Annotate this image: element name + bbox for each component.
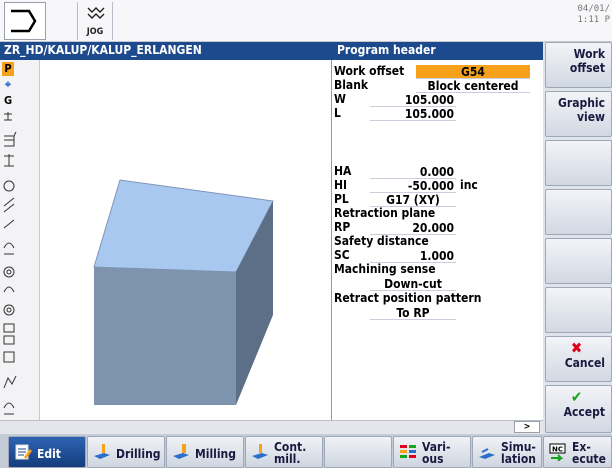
cont-mill-softkey-label: Cont. mill. [274, 441, 306, 465]
w-field[interactable]: 105.000 [370, 93, 456, 107]
retraction-plane-heading: Retraction plane [334, 206, 436, 220]
execute-label-line2: ecute [572, 452, 606, 466]
parameter-panel: Work offset G54 Blank Block centered W 1… [332, 60, 543, 420]
milling-softkey[interactable]: Milling [166, 436, 244, 468]
horizontal-scrollbar[interactable] [0, 420, 543, 434]
blank-3d-view [93, 179, 274, 405]
section-title: Program header [337, 43, 436, 57]
program-path: ZR_HD/KALUP/KALUP_ERLANGEN [4, 43, 202, 57]
mode-icon [11, 9, 37, 33]
softkey-empty-3[interactable] [545, 140, 612, 186]
work-offset-field[interactable]: G54 [416, 65, 530, 79]
work-offset-softkey[interactable]: Work offset [545, 42, 612, 88]
edit-icon [15, 444, 32, 460]
drilling-icon [94, 444, 110, 459]
clock: 04/01/ 1:11 P [577, 4, 610, 26]
cont-mill-softkey[interactable]: Cont. mill. [245, 436, 323, 468]
machining-sense-field[interactable]: Down-cut [370, 277, 456, 291]
hi-field[interactable]: -50.000 [370, 179, 456, 193]
blank-label: Blank [334, 78, 369, 92]
clock-date: 04/01/ [577, 4, 610, 14]
sc-field[interactable]: 1.000 [370, 249, 456, 263]
accept-check-icon: ✔ [570, 388, 583, 406]
ha-label: HA [334, 164, 352, 178]
hmi-screen: JOG 04/01/ 1:11 P ZR_HD/KALUP/KALUP_ERLA… [0, 0, 612, 468]
softkey-empty-6[interactable] [545, 287, 612, 333]
simulation-softkey-label: Simu- lation [501, 441, 536, 465]
strip-item-g[interactable]: G [2, 94, 14, 108]
scroll-right-button[interactable]: > [514, 421, 540, 433]
cont-mill-label-line2: mill. [274, 452, 301, 466]
mode-indicator[interactable] [4, 2, 46, 40]
cancel-x-icon: ✖ [570, 339, 583, 357]
graphic-view-softkey[interactable]: Graphic view [545, 91, 612, 137]
accept-softkey[interactable]: ✔ Accept [545, 385, 612, 433]
pl-field[interactable]: G17 (XY) [370, 193, 456, 207]
strip-step-icons [3, 112, 17, 415]
retract-pattern-field[interactable]: To RP [370, 306, 456, 320]
blank-front-face [94, 267, 236, 405]
w-label: W [334, 92, 346, 106]
drilling-softkey-label: Drilling [116, 447, 161, 461]
work-offset-label: Work offset [334, 64, 405, 78]
work-offset-softkey-label: Work offset [569, 47, 605, 75]
various-softkey[interactable]: Vari- ous [393, 436, 471, 468]
clock-time: 1:11 P [577, 15, 610, 25]
l-label: L [334, 106, 341, 120]
hi-label: HI [334, 178, 348, 192]
execute-softkey[interactable]: NC Ex- ecute [543, 436, 612, 468]
hi-unit[interactable]: inc [460, 178, 478, 192]
ha-field[interactable]: 0.000 [370, 165, 456, 179]
jog-icon [87, 7, 105, 19]
various-label-line2: ous [422, 452, 444, 466]
milling-softkey-label: Milling [195, 447, 236, 461]
execute-nc-badge: NC [552, 446, 563, 454]
drilling-softkey[interactable]: Drilling [87, 436, 165, 468]
sc-label: SC [334, 248, 350, 262]
various-softkey-label: Vari- ous [422, 441, 451, 465]
rp-field[interactable]: 20.000 [370, 221, 456, 235]
various-icon [400, 445, 416, 458]
softkey-empty-5[interactable] [545, 238, 612, 284]
strip-item-zero-point[interactable]: ⌖ [2, 78, 14, 92]
cancel-softkey-label: Cancel [564, 356, 605, 370]
jog-label: JOG [86, 27, 104, 37]
blank-field[interactable]: Block centered [416, 79, 530, 93]
edit-softkey-label: Edit [37, 447, 61, 461]
simulation-icon [479, 448, 495, 459]
graphic-view-softkey-label: Graphic view [558, 96, 605, 124]
simulation-label-line2: lation [501, 452, 536, 466]
cancel-softkey[interactable]: ✖ Cancel [545, 336, 612, 382]
pl-label: PL [334, 192, 349, 206]
accept-softkey-label: Accept [563, 405, 605, 419]
machining-sense-label: Machining sense [334, 262, 436, 276]
execute-icon: NC [549, 443, 566, 461]
graphic-view[interactable] [40, 60, 332, 420]
softkey-empty-4[interactable] [545, 189, 612, 235]
execute-softkey-label: Ex- ecute [572, 441, 606, 465]
safety-distance-heading: Safety distance [334, 234, 429, 248]
retract-pattern-label: Retract position pattern [334, 291, 482, 305]
rp-label: RP [334, 220, 351, 234]
edit-softkey[interactable]: Edit [8, 436, 86, 468]
strip-item-p[interactable]: P [2, 62, 14, 76]
softkey-empty-h5[interactable] [324, 436, 392, 468]
program-strip: P ⌖ G [0, 60, 40, 420]
simulation-softkey[interactable]: Simu- lation [472, 436, 542, 468]
cont-mill-icon [252, 444, 268, 459]
title-bar: ZR_HD/KALUP/KALUP_ERLANGEN Program heade… [0, 42, 543, 60]
l-field[interactable]: 105.000 [370, 107, 456, 121]
milling-icon [173, 444, 189, 459]
